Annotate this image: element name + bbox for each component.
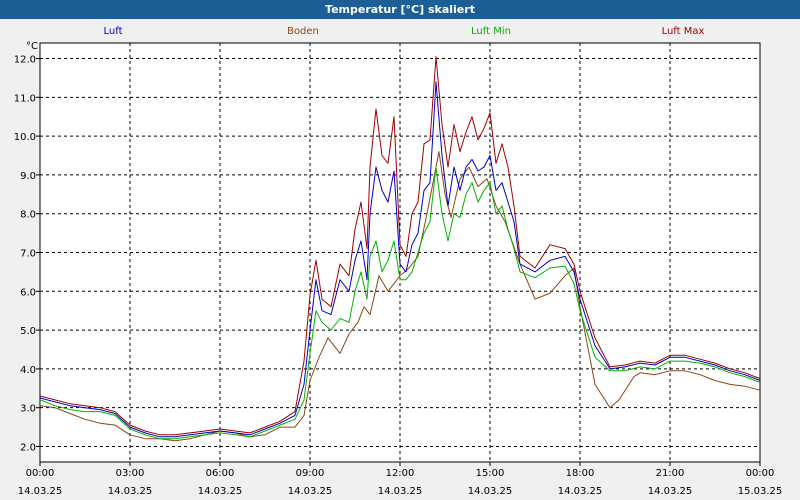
x-tick-date: 14.03.25 xyxy=(378,486,423,497)
x-tick-date: 14.03.25 xyxy=(648,486,693,497)
x-tick-date: 14.03.25 xyxy=(18,486,63,497)
legend-item-luft: Luft xyxy=(104,26,123,37)
y-axis-label: °C xyxy=(26,41,38,52)
x-tick-time: 21:00 xyxy=(656,468,685,479)
y-tick-label: 7.0 xyxy=(20,249,36,260)
y-tick-label: 4.0 xyxy=(20,365,36,376)
x-tick-date: 15.03.25 xyxy=(738,486,783,497)
x-tick-time: 18:00 xyxy=(566,468,595,479)
y-tick-label: 6.0 xyxy=(20,287,36,298)
x-tick-time: 15:00 xyxy=(476,468,505,479)
x-tick-time: 06:00 xyxy=(206,468,235,479)
y-tick-label: 5.0 xyxy=(20,326,36,337)
y-tick-label: 2.0 xyxy=(20,442,36,453)
y-tick-label: 10.0 xyxy=(14,132,36,143)
x-tick-date: 14.03.25 xyxy=(288,486,333,497)
x-tick-time: 09:00 xyxy=(296,468,325,479)
legend: Luft Boden Luft Min Luft Max xyxy=(104,26,705,37)
legend-item-luft-min: Luft Min xyxy=(471,26,511,37)
x-tick-date: 14.03.25 xyxy=(558,486,603,497)
y-tick-label: 12.0 xyxy=(14,55,36,66)
y-tick-label: 3.0 xyxy=(20,404,36,415)
y-axis-ticks: 2.0 3.0 4.0 5.0 6.0 7.0 8.0 9.0 10.0 11.0 12.0 xyxy=(14,55,40,453)
legend-item-boden: Boden xyxy=(287,26,319,37)
chart-title: Temperatur [°C] skaliert xyxy=(0,0,800,19)
temperature-chart: Luft Boden Luft Min Luft Max °C 2.0 3.0 4.0 5.… xyxy=(14,26,783,497)
y-tick-label: 9.0 xyxy=(20,171,36,182)
y-tick-label: 11.0 xyxy=(14,93,36,104)
x-tick-time: 00:00 xyxy=(746,468,775,479)
x-tick-date: 14.03.25 xyxy=(468,486,513,497)
x-axis-ticks: 00:00 14.03.25 03:00 14.03.25 06:00 14.03.25 0… xyxy=(18,462,783,497)
y-tick-label: 8.0 xyxy=(20,210,36,221)
x-tick-time: 00:00 xyxy=(26,468,55,479)
x-tick-time: 03:00 xyxy=(116,468,145,479)
x-tick-date: 14.03.25 xyxy=(198,486,243,497)
x-tick-time: 12:00 xyxy=(386,468,415,479)
x-tick-date: 14.03.25 xyxy=(108,486,153,497)
chart-window: Temperatur [°C] skaliert Luft Boden Luft M… xyxy=(0,0,800,500)
legend-item-luft-max: Luft Max xyxy=(662,26,705,37)
